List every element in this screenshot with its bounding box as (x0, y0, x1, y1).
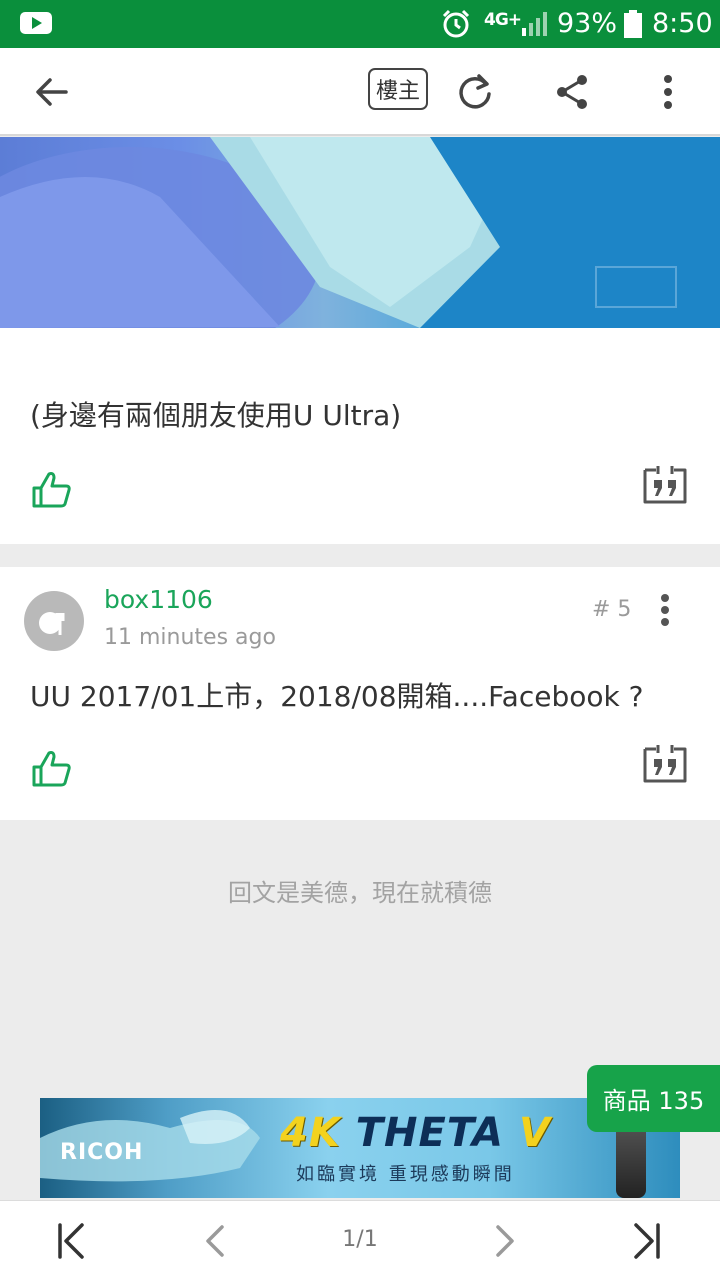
clock: 8:50 (652, 8, 713, 39)
more-vertical-icon (664, 75, 672, 109)
battery-icon (624, 10, 642, 38)
ad-tagline: 如臨實境 重現感動瞬間 (296, 1164, 515, 1185)
ad-brand: RICOH (60, 1140, 144, 1165)
more-options-button[interactable] (640, 64, 696, 120)
back-button[interactable] (24, 64, 80, 120)
floor-number: # 5 (592, 597, 632, 622)
post-photo (0, 137, 720, 328)
ad-banner[interactable]: RICOH 4K THETA V 如臨實境 重現感動瞬間 (40, 1098, 680, 1198)
username[interactable]: box1106 (104, 585, 213, 614)
quote-icon[interactable] (642, 743, 688, 783)
refresh-icon (459, 74, 491, 109)
photo-graphic (0, 137, 720, 328)
post-text: (身邊有兩個朋友使用U Ultra) (30, 399, 402, 432)
camera-product-image (616, 1122, 646, 1198)
pagination-bar: 1/1 (0, 1200, 720, 1280)
share-button[interactable] (544, 64, 600, 120)
ad-headline-v: V (518, 1110, 551, 1156)
battery-percent: 93% (557, 8, 618, 39)
reply-prompt[interactable]: 回文是美德，現在就積德 (0, 873, 720, 908)
refresh-button[interactable] (447, 64, 503, 120)
page-indicator[interactable]: 1/1 (330, 1227, 390, 1252)
avatar[interactable] (24, 591, 84, 651)
ad-headline: 4K THETA V (280, 1110, 551, 1156)
like-icon[interactable] (30, 747, 74, 789)
goods-button[interactable]: 商品 135 (587, 1065, 720, 1132)
network-type: 4G+ (484, 10, 522, 30)
arrow-left-icon (36, 78, 68, 106)
post-more-icon[interactable] (652, 593, 678, 627)
youtube-notification-icon (20, 12, 52, 34)
default-avatar-icon (39, 612, 65, 635)
reply-card: box1106 11 minutes ago # 5 UU 2017/01上市，… (0, 567, 720, 820)
next-page-icon[interactable] (482, 1219, 526, 1263)
first-page-icon[interactable] (48, 1219, 92, 1263)
post-time: 11 minutes ago (104, 625, 276, 650)
like-icon[interactable] (30, 468, 74, 510)
share-icon (557, 75, 587, 109)
previous-page-icon[interactable] (194, 1219, 238, 1263)
top-toolbar: 樓主 (0, 48, 720, 136)
post-card: (身邊有兩個朋友使用U Ultra) (0, 328, 720, 544)
reply-text: UU 2017/01上市，2018/08開箱....Facebook ? (30, 680, 644, 713)
signal-icon (522, 12, 547, 36)
quote-icon[interactable] (642, 464, 688, 504)
ad-headline-4k: 4K (280, 1110, 341, 1156)
last-page-icon[interactable] (626, 1219, 670, 1263)
thread-owner-button[interactable]: 樓主 (368, 68, 428, 110)
status-bar: 4G+ 93% 8:50 (0, 0, 720, 48)
ad-headline-theta: THETA (355, 1110, 504, 1156)
alarm-icon (442, 9, 470, 38)
